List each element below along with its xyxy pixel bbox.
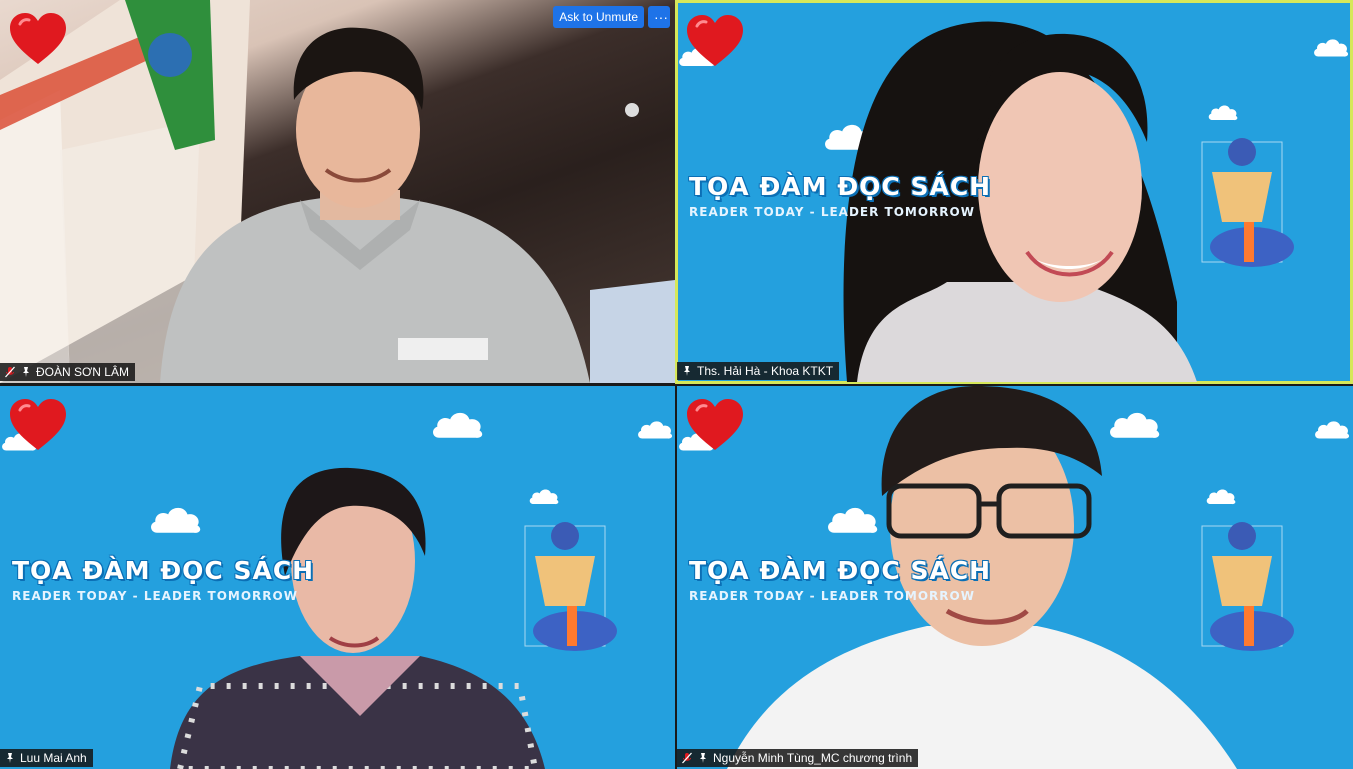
banner-title: TỌA ĐÀM ĐỌC SÁCH bbox=[689, 556, 992, 585]
participant-name: Ths. Hải Hà - Khoa KTKT bbox=[697, 364, 834, 378]
video-tile-3[interactable]: TỌA ĐÀM ĐỌC SÁCH READER TODAY - LEADER T… bbox=[0, 386, 675, 769]
heart-reaction-icon bbox=[685, 14, 745, 68]
heart-reaction-icon bbox=[8, 398, 68, 452]
participant-name-tag: Nguyễn Minh Tùng_MC chương trình bbox=[677, 749, 919, 767]
participant-name: ĐOÀN SƠN LÂM bbox=[36, 365, 129, 379]
banner-title: TỌA ĐÀM ĐỌC SÁCH bbox=[689, 172, 992, 201]
participant-name: Luu Mai Anh bbox=[20, 751, 87, 765]
video-tile-4[interactable]: TỌA ĐÀM ĐỌC SÁCH READER TODAY - LEADER T… bbox=[677, 386, 1353, 769]
mic-muted-icon bbox=[4, 366, 16, 378]
camera-feed-room bbox=[0, 0, 675, 383]
video-tile-2-active-speaker[interactable]: TỌA ĐÀM ĐỌC SÁCH READER TODAY - LEADER T… bbox=[675, 0, 1353, 384]
banner-title: TỌA ĐÀM ĐỌC SÁCH bbox=[12, 556, 315, 585]
participant-name-tag: Ths. Hải Hà - Khoa KTKT bbox=[677, 362, 840, 380]
video-tile-1[interactable]: Ask to Unmute ··· ĐOÀN SƠN LÂM bbox=[0, 0, 675, 383]
ask-to-unmute-button[interactable]: Ask to Unmute bbox=[553, 6, 644, 28]
pin-icon bbox=[4, 752, 16, 764]
participant-name: Nguyễn Minh Tùng_MC chương trình bbox=[713, 751, 913, 765]
banner-subtitle: READER TODAY - LEADER TOMORROW bbox=[689, 205, 975, 219]
pin-icon bbox=[681, 365, 693, 377]
participant-name-tag: ĐOÀN SƠN LÂM bbox=[0, 363, 135, 381]
pin-icon bbox=[20, 366, 32, 378]
heart-reaction-icon bbox=[8, 12, 68, 66]
pin-icon bbox=[697, 752, 709, 764]
banner-subtitle: READER TODAY - LEADER TOMORROW bbox=[689, 589, 975, 603]
mic-muted-icon bbox=[681, 752, 693, 764]
heart-reaction-icon bbox=[685, 398, 745, 452]
more-options-button[interactable]: ··· bbox=[648, 6, 670, 28]
participant-name-tag: Luu Mai Anh bbox=[0, 749, 93, 767]
banner-subtitle: READER TODAY - LEADER TOMORROW bbox=[12, 589, 298, 603]
